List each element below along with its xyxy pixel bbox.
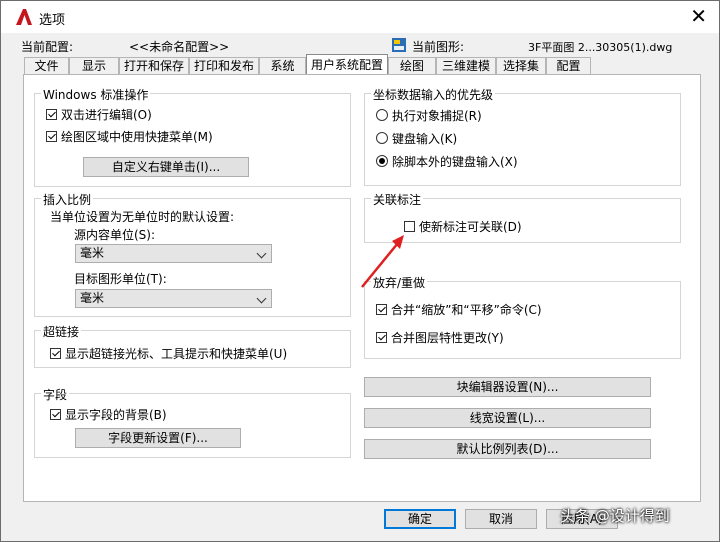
combine-zoom-pan-label: 合并“缩放”和“平移”命令(C)	[391, 303, 542, 317]
windows-ops-group: Windows 标准操作 双击进行编辑(O) 绘图区域中使用快捷菜单(M) 自定…	[34, 86, 351, 187]
combine-zoom-pan-checkbox[interactable]	[376, 304, 387, 315]
tab-drafting[interactable]: 绘图	[388, 57, 436, 74]
tab-profiles[interactable]: 配置	[546, 57, 591, 74]
source-units-value: 毫米	[80, 246, 105, 260]
shortcut-menu-checkbox[interactable]	[46, 131, 57, 142]
current-profile-value: <<未命名配置>>	[129, 40, 230, 54]
cancel-button[interactable]: 取消	[465, 509, 537, 529]
radio-keyboard-entry-label: 键盘输入(K)	[392, 132, 458, 146]
shortcut-menu-label: 绘图区域中使用快捷菜单(M)	[61, 130, 213, 144]
field-background-label: 显示字段的背景(B)	[65, 408, 167, 422]
double-click-label: 双击进行编辑(O)	[61, 108, 152, 122]
radio-keyboard-except-scripts-label: 除脚本外的键盘输入(X)	[392, 155, 518, 169]
title-bar: 选项 ✕	[1, 1, 719, 33]
ok-button[interactable]: 确定	[384, 509, 456, 529]
group-title: 坐标数据输入的优先级	[371, 86, 496, 103]
insert-scale-group: 插入比例 当单位设置为无单位时的默认设置: 源内容单位(S): 毫米 目标图形单…	[34, 191, 351, 317]
close-icon[interactable]: ✕	[690, 5, 707, 27]
hyperlink-checkbox[interactable]	[50, 348, 61, 359]
assoc-dim-label: 使新标注可关联(D)	[419, 220, 522, 234]
target-units-value: 毫米	[80, 291, 105, 305]
watermark: 头条 @设计得到	[560, 507, 670, 525]
tab-plot-publish[interactable]: 打印和发布	[189, 57, 259, 74]
group-title: 超链接	[41, 323, 82, 340]
dialog-title: 选项	[39, 13, 66, 28]
chevron-down-icon	[256, 248, 267, 259]
insert-scale-desc: 当单位设置为无单位时的默认设置:	[50, 210, 235, 224]
current-profile-label: 当前配置:	[21, 40, 74, 54]
block-editor-settings-button[interactable]: 块编辑器设置(N)...	[364, 377, 651, 397]
field-group: 字段 显示字段的背景(B) 字段更新设置(F)...	[34, 386, 351, 458]
tab-selection[interactable]: 选择集	[496, 57, 546, 74]
combine-layer-changes-label: 合并图层特性更改(Y)	[391, 331, 504, 345]
current-drawing-value: 3F平面图 2...30305(1).dwg	[528, 41, 673, 54]
target-units-label: 目标图形单位(T):	[74, 272, 167, 286]
radio-keyboard-except-scripts[interactable]	[376, 155, 388, 167]
group-title: Windows 标准操作	[41, 86, 151, 103]
tab-page: Windows 标准操作 双击进行编辑(O) 绘图区域中使用快捷菜单(M) 自定…	[23, 74, 701, 502]
drawing-file-icon	[392, 38, 406, 52]
coord-priority-group: 坐标数据输入的优先级 执行对象捕捉(R) 键盘输入(K) 除脚本外的键盘输入(X…	[364, 86, 681, 186]
annotation-arrow	[361, 235, 404, 288]
field-background-checkbox[interactable]	[50, 409, 61, 420]
autocad-logo-icon	[16, 9, 32, 25]
tab-files[interactable]: 文件	[24, 57, 69, 74]
current-drawing-label: 当前图形:	[412, 40, 465, 54]
combine-layer-changes-checkbox[interactable]	[376, 332, 387, 343]
group-title: 关联标注	[371, 191, 424, 208]
double-click-checkbox[interactable]	[46, 109, 57, 120]
hyperlink-group: 超链接 显示超链接光标、工具提示和快捷菜单(U)	[34, 323, 351, 368]
radio-keyboard-entry[interactable]	[376, 132, 388, 144]
tab-display[interactable]: 显示	[69, 57, 119, 74]
custom-right-click-button[interactable]: 自定义右键单击(I)...	[83, 157, 249, 177]
radio-object-snap[interactable]	[376, 109, 388, 121]
hyperlink-label: 显示超链接光标、工具提示和快捷菜单(U)	[65, 347, 288, 361]
tab-3d-modeling[interactable]: 三维建模	[436, 57, 496, 74]
options-dialog: 选项 ✕ 当前配置: <<未命名配置>> 当前图形: 3F平面图 2...303…	[0, 0, 720, 542]
source-units-select[interactable]: 毫米	[75, 244, 272, 263]
field-update-settings-button[interactable]: 字段更新设置(F)...	[75, 428, 241, 448]
default-scale-list-button[interactable]: 默认比例列表(D)...	[364, 439, 651, 459]
target-units-select[interactable]: 毫米	[75, 289, 272, 308]
chevron-down-icon	[256, 293, 267, 304]
radio-object-snap-label: 执行对象捕捉(R)	[392, 109, 482, 123]
source-units-label: 源内容单位(S):	[74, 228, 156, 242]
group-title: 字段	[41, 386, 70, 403]
tab-open-save[interactable]: 打开和保存	[119, 57, 189, 74]
group-title: 插入比例	[41, 191, 94, 208]
tab-system[interactable]: 系统	[259, 57, 306, 74]
tab-user-preferences[interactable]: 用户系统配置	[306, 54, 388, 75]
lineweight-settings-button[interactable]: 线宽设置(L)...	[364, 408, 651, 428]
